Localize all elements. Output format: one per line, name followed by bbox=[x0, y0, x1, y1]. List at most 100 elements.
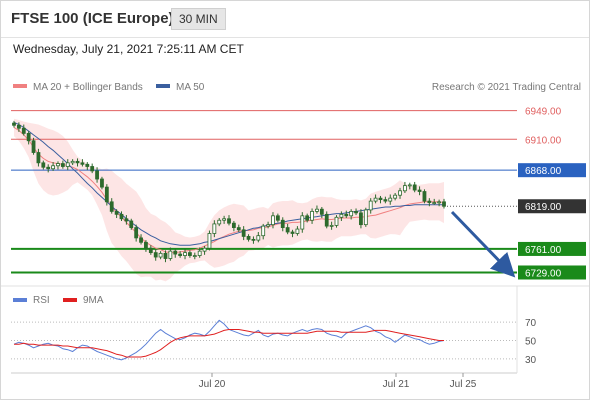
level-label-6729.00: 6729.00 bbox=[525, 268, 562, 279]
rsi-tick-70: 70 bbox=[525, 318, 537, 329]
candle-body bbox=[266, 224, 270, 227]
candle-body bbox=[393, 194, 398, 199]
x-axis: Jul 20 Jul 21 Jul 25 bbox=[199, 373, 477, 390]
candle-body bbox=[217, 219, 222, 225]
candle-body bbox=[412, 184, 417, 191]
x-tick-label: Jul 25 bbox=[450, 379, 477, 390]
level-label-6868.00: 6868.00 bbox=[525, 166, 562, 177]
candle-body bbox=[339, 213, 344, 218]
candle-body bbox=[324, 213, 329, 227]
candle-body bbox=[85, 163, 90, 167]
candle-body bbox=[119, 213, 124, 220]
candle-body bbox=[41, 162, 46, 168]
candle-body bbox=[70, 160, 75, 164]
candle-body bbox=[148, 247, 153, 254]
level-label-6761.00: 6761.00 bbox=[525, 245, 562, 256]
candle-body bbox=[280, 219, 285, 228]
bollinger-bands bbox=[14, 118, 444, 282]
candle-body bbox=[427, 200, 432, 203]
candle-body bbox=[241, 229, 246, 237]
candle-body bbox=[124, 218, 129, 222]
copyright-label: Research © 2021 Trading Central bbox=[432, 82, 581, 93]
bollinger-legend-swatch bbox=[13, 84, 27, 88]
candle-body bbox=[305, 215, 310, 221]
candle-body bbox=[315, 208, 319, 212]
x-tick-label: Jul 20 bbox=[199, 379, 226, 390]
rsi-tick-30: 30 bbox=[525, 355, 537, 366]
candle-body bbox=[300, 215, 305, 230]
candle-body bbox=[56, 163, 60, 167]
price-chart-svg: MA 20 + Bollinger Bands MA 50 Research ©… bbox=[1, 82, 589, 390]
rsi-ma-legend-label: 9MA bbox=[83, 295, 104, 306]
rsi-ma-legend-swatch bbox=[63, 298, 77, 302]
candle-body bbox=[46, 166, 51, 170]
candle-body bbox=[417, 189, 422, 192]
rsi-line bbox=[13, 319, 445, 361]
candle-body bbox=[246, 236, 251, 240]
candle-body bbox=[60, 163, 65, 167]
candle-body bbox=[432, 202, 437, 204]
ma50-legend-swatch bbox=[156, 84, 170, 88]
candle-body bbox=[104, 186, 109, 203]
rsi-legend-swatch bbox=[13, 298, 27, 302]
candle-body bbox=[349, 210, 354, 217]
rsi-legend-label: RSI bbox=[33, 295, 50, 306]
candle-body bbox=[275, 215, 280, 221]
candle-body bbox=[197, 250, 202, 256]
candle-body bbox=[227, 218, 231, 224]
candle-body bbox=[114, 210, 119, 215]
candle-body bbox=[16, 124, 21, 129]
candle-body bbox=[295, 228, 300, 234]
candle-body bbox=[290, 231, 295, 234]
candle-body bbox=[12, 122, 16, 126]
candle-body bbox=[144, 241, 148, 249]
candle-body bbox=[437, 201, 442, 204]
candle-body bbox=[80, 162, 85, 165]
candle-body bbox=[222, 218, 227, 221]
candle-body bbox=[158, 252, 163, 258]
candle-body bbox=[354, 210, 358, 214]
bollinger-band-fill bbox=[14, 118, 444, 282]
candle-body bbox=[378, 197, 383, 201]
ma50-legend-label: MA 50 bbox=[176, 82, 205, 93]
candle-body bbox=[207, 233, 212, 249]
candle-body bbox=[26, 132, 31, 142]
bollinger-legend-label: MA 20 + Bollinger Bands bbox=[33, 82, 143, 93]
candle-body bbox=[344, 213, 349, 217]
candle-body bbox=[398, 190, 402, 196]
rsi-ma-line bbox=[14, 329, 444, 358]
candle-body bbox=[36, 152, 41, 164]
candle-body bbox=[109, 201, 114, 212]
candle-body bbox=[90, 166, 95, 172]
candle-body bbox=[129, 220, 134, 228]
candle-body bbox=[236, 227, 241, 231]
chart-widget: FTSE 100 (ICE Europe) 30 MIN Wednesday, … bbox=[0, 0, 590, 400]
candle-body bbox=[173, 250, 178, 255]
candle-body bbox=[231, 222, 236, 228]
candle-body bbox=[192, 255, 197, 257]
candle-body bbox=[212, 223, 217, 234]
candle-body bbox=[75, 160, 80, 164]
candle-body bbox=[251, 238, 256, 241]
candle-body bbox=[188, 252, 192, 256]
candle-body bbox=[403, 185, 407, 192]
candle-body bbox=[202, 247, 207, 252]
candle-body bbox=[422, 191, 427, 202]
candle-body bbox=[319, 208, 324, 215]
current-price-label: 6819.00 bbox=[525, 202, 562, 213]
candle-body bbox=[373, 197, 378, 202]
candle-body bbox=[21, 127, 26, 134]
candle-body bbox=[285, 227, 290, 233]
candle-body bbox=[442, 201, 446, 207]
candle-body bbox=[51, 165, 55, 170]
candle-body bbox=[334, 216, 339, 226]
candle-body bbox=[383, 199, 388, 202]
candle-body bbox=[153, 252, 158, 258]
candle-body bbox=[31, 140, 36, 153]
candle-body bbox=[388, 197, 393, 202]
candle-body bbox=[65, 162, 70, 167]
candle-body bbox=[95, 170, 99, 180]
candle-body bbox=[407, 184, 412, 187]
candle-body bbox=[368, 200, 373, 211]
candle-body bbox=[134, 227, 139, 239]
